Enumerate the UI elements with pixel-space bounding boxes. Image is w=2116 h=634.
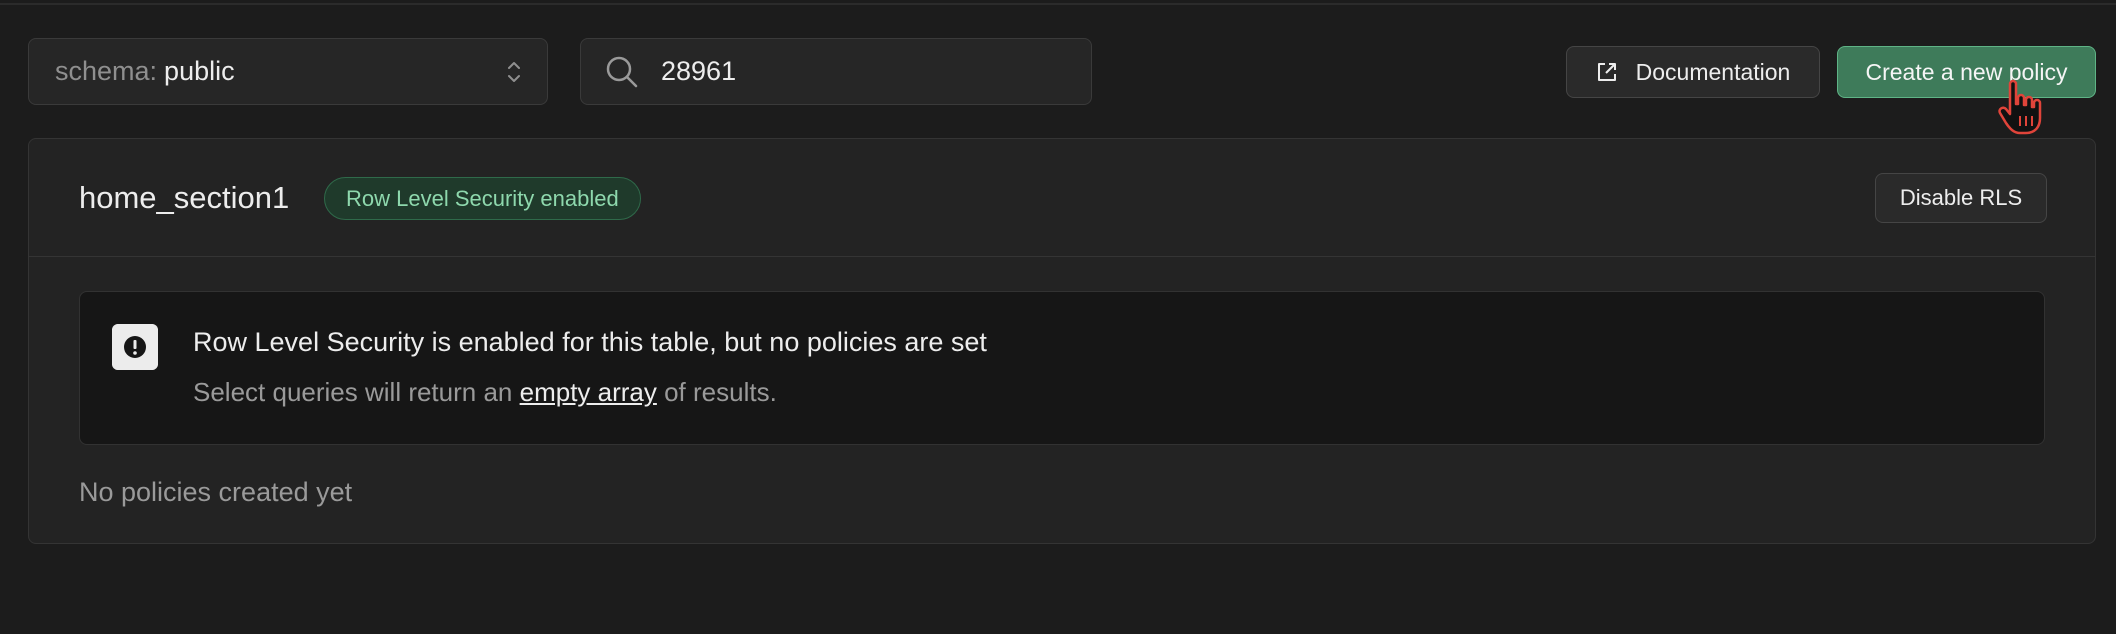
alert-title: Row Level Security is enabled for this t… xyxy=(193,327,987,357)
table-name: home_section1 xyxy=(79,180,290,215)
empty-array-link[interactable]: empty array xyxy=(520,377,657,407)
documentation-label: Documentation xyxy=(1635,58,1791,85)
alert-icon xyxy=(112,324,158,370)
alert-desc-before: Select queries will return an xyxy=(193,377,520,407)
no-policies-message: No policies created yet xyxy=(79,477,353,507)
create-policy-button[interactable]: Create a new policy xyxy=(1837,46,2096,98)
documentation-button[interactable]: Documentation xyxy=(1566,46,1820,98)
search-box[interactable] xyxy=(580,38,1092,105)
no-policies-alert: Row Level Security is enabled for this t… xyxy=(79,291,2045,445)
external-link-icon xyxy=(1597,63,1616,81)
chevron-up-down-icon xyxy=(508,62,520,82)
panel-header: home_section1 Row Level Security enabled… xyxy=(29,139,2095,257)
top-divider xyxy=(0,0,2116,5)
schema-select-prefix: schema: xyxy=(55,56,158,86)
schema-select[interactable]: schema: public xyxy=(28,38,548,105)
disable-rls-label: Disable RLS xyxy=(1899,185,2023,210)
alert-description: Select queries will return an empty arra… xyxy=(193,377,777,408)
alert-desc-after: of results. xyxy=(656,377,777,407)
hand-pointer-cursor xyxy=(1998,79,2042,135)
disable-rls-button[interactable]: Disable RLS xyxy=(1875,173,2047,223)
schema-select-value: public xyxy=(164,56,235,86)
search-icon xyxy=(606,56,638,87)
search-input[interactable] xyxy=(661,56,1061,87)
table-policies-panel: home_section1 Row Level Security enabled… xyxy=(28,138,2096,544)
rls-status-badge: Row Level Security enabled xyxy=(324,177,641,220)
